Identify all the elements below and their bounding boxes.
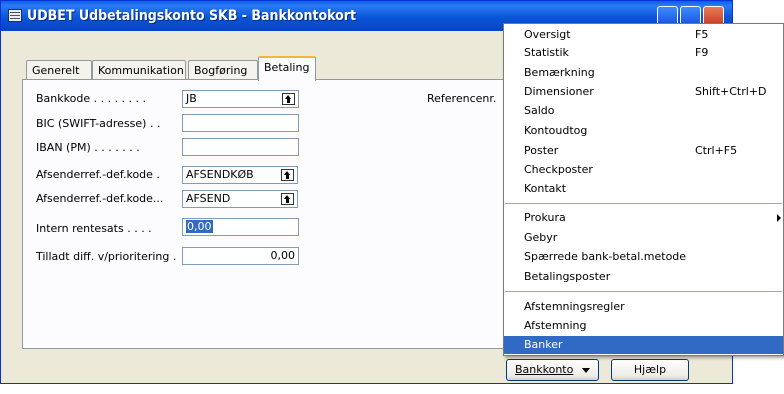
afsenderref1-label: Afsenderref.-def.kode .: [36, 168, 160, 181]
menu-item-betalingsposter[interactable]: Betalingsposter: [504, 268, 783, 286]
lookup-arrow-icon[interactable]: [282, 93, 295, 105]
hjaelp-label: Hjælp: [633, 363, 667, 376]
tab-betaling[interactable]: Betaling: [258, 56, 316, 81]
bic-field[interactable]: [182, 114, 299, 132]
menu-item-bemaerkning[interactable]: Bemærkning: [504, 64, 783, 82]
menu-item-spaerrede-bank-betal-metode[interactable]: Spærrede bank-betal.metode: [504, 248, 783, 266]
menu-item-kontoudtog[interactable]: Kontoudtog: [504, 122, 783, 140]
iban-label: IBAN (PM) . . . . . . .: [36, 141, 140, 154]
menu-item-afstemning[interactable]: Afstemning: [504, 317, 783, 335]
tab-kommunikation[interactable]: Kommunikation: [92, 60, 186, 80]
form-icon: [8, 9, 22, 22]
menu-item-saldo[interactable]: Saldo: [504, 102, 783, 120]
menu-item-afstemningsregler[interactable]: Afstemningsregler: [504, 298, 783, 316]
chevron-down-icon: [582, 368, 590, 373]
tab-bogforing[interactable]: Bogføring: [188, 60, 258, 80]
referencenr-label: Referencenr.: [427, 92, 497, 105]
lookup-arrow-icon[interactable]: [281, 193, 294, 205]
tilladt-diff-field[interactable]: 0,00: [182, 247, 299, 265]
bankkonto-menu-button[interactable]: Bankkonto: [506, 359, 599, 381]
bankkonto-context-menu: Oversigt F5 Statistik F9 Bemærkning Dimens…: [503, 23, 784, 356]
afsenderref2-field[interactable]: AFSEND: [182, 190, 298, 208]
tilladt-diff-label: Tilladt diff. v/prioritering .: [36, 250, 177, 263]
menu-item-statistik[interactable]: Statistik F9: [504, 44, 783, 62]
menu-item-gebyr[interactable]: Gebyr: [504, 229, 783, 247]
bankkode-label: Bankkode . . . . . . . .: [36, 92, 147, 105]
hjaelp-button[interactable]: Hjælp: [611, 359, 689, 381]
menu-separator: [505, 291, 782, 292]
afsenderref2-label: Afsenderref.-def.kode...: [36, 192, 164, 205]
afsenderref1-value: AFSENDKØB: [186, 168, 254, 181]
menu-separator: [505, 203, 782, 204]
menu-item-oversigt[interactable]: Oversigt F5: [504, 26, 783, 44]
lookup-arrow-icon[interactable]: [281, 169, 294, 181]
menu-item-checkposter[interactable]: Checkposter: [504, 161, 783, 179]
tab-generelt[interactable]: Generelt: [26, 60, 92, 80]
intern-rentesats-label: Intern rentesats . . . .: [36, 222, 152, 235]
tilladt-diff-value: 0,00: [270, 249, 296, 262]
afsenderref1-field[interactable]: AFSENDKØB: [182, 166, 298, 184]
menu-item-dimensioner[interactable]: Dimensioner Shift+Ctrl+D: [504, 83, 783, 101]
intern-rentesats-value: 0,00: [186, 220, 213, 233]
submenu-arrow-icon: [777, 214, 781, 222]
menu-item-poster[interactable]: Poster Ctrl+F5: [504, 142, 783, 160]
menu-item-kontakt[interactable]: Kontakt: [504, 180, 783, 198]
bic-label: BIC (SWIFT-adresse) . .: [36, 117, 161, 130]
bankkode-value: JB: [186, 92, 197, 105]
bankkode-field[interactable]: JB: [182, 90, 299, 108]
bankkonto-label: Bankkonto: [515, 363, 574, 376]
menu-item-prokura[interactable]: Prokura: [504, 209, 783, 227]
menu-item-banker[interactable]: Banker: [504, 336, 783, 354]
iban-field[interactable]: [182, 138, 299, 156]
afsenderref2-value: AFSEND: [186, 192, 231, 205]
intern-rentesats-field[interactable]: 0,00: [182, 218, 299, 236]
window-title: UDBET Udbetalingskonto SKB - Bankkontoko…: [27, 8, 357, 24]
